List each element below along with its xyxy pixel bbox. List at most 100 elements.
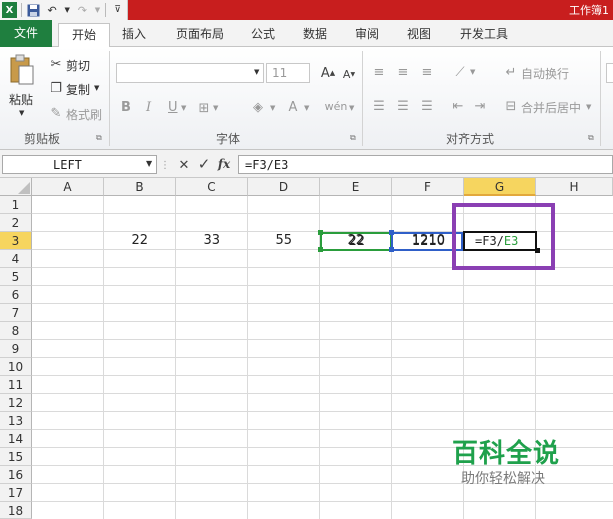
row-header-11[interactable]: 11 [0,376,32,394]
merge-dropdown-icon[interactable]: ▼ [586,103,591,111]
copy-icon[interactable]: ❐ [48,80,64,96]
column-header-b[interactable]: B [104,178,176,196]
paste-dropdown-icon[interactable]: ▼ [19,109,24,117]
cancel-formula-icon[interactable]: ✕ [176,157,192,173]
paste-button[interactable]: 粘贴 [9,91,33,108]
column-header-a[interactable]: A [32,178,104,196]
row-header-14[interactable]: 14 [0,430,32,448]
phonetic-dropdown-icon[interactable]: ▼ [349,104,354,112]
tab-insert[interactable]: 插入 [114,23,154,47]
row-header-10[interactable]: 10 [0,358,32,376]
font-name-combo[interactable] [116,63,264,83]
align-right-icon[interactable]: ☰ [419,98,435,114]
merge-center-icon[interactable]: ⊟ [503,98,519,114]
row-header-3[interactable]: 3 [0,232,32,250]
tab-data[interactable]: 数据 [295,23,335,47]
borders-dropdown-icon[interactable]: ▼ [213,104,218,112]
row-header-1[interactable]: 1 [0,196,32,214]
dialog-launcher-icon[interactable]: ⧉ [350,133,356,143]
italic-button[interactable]: I [146,100,151,115]
copy-button[interactable]: 复制 [66,81,90,98]
copy-dropdown-icon[interactable]: ▼ [94,84,99,92]
row-header-17[interactable]: 17 [0,484,32,502]
font-size-combo[interactable]: 11 [266,63,310,83]
align-top-icon[interactable]: ≡ [371,64,387,80]
cell-d3[interactable]: 55 [248,232,319,249]
column-header-h[interactable]: H [536,178,613,196]
row-header-7[interactable]: 7 [0,304,32,322]
row-header-12[interactable]: 12 [0,394,32,412]
row-header-16[interactable]: 16 [0,466,32,484]
dialog-launcher-icon[interactable]: ⧉ [588,133,594,143]
insert-function-icon[interactable]: fx [216,156,232,172]
font-color-icon[interactable]: A [285,99,301,115]
format-painter-button[interactable]: 格式刷 [66,106,102,123]
wrap-text-button[interactable]: 自动换行 [521,65,569,82]
row-header-18[interactable]: 18 [0,502,32,519]
row-header-13[interactable]: 13 [0,412,32,430]
orientation-dropdown-icon[interactable]: ▼ [470,68,475,76]
borders-icon[interactable]: ⊞ [196,100,212,116]
align-bottom-icon[interactable]: ≡ [419,64,435,80]
expand-handle-icon[interactable]: ⋮ [160,157,170,173]
font-name-dropdown-icon[interactable]: ▼ [254,68,259,76]
grid-line [32,375,613,376]
underline-dropdown-icon[interactable]: ▼ [181,104,186,112]
cell-c3[interactable]: 33 [176,232,247,249]
bold-button[interactable]: B [121,100,131,115]
select-all-corner[interactable] [0,178,32,196]
tab-formulas[interactable]: 公式 [243,23,283,47]
column-header-c[interactable]: C [176,178,248,196]
save-icon[interactable] [26,2,41,18]
tab-page-layout[interactable]: 页面布局 [170,23,230,47]
redo-icon[interactable]: ↷ [75,2,90,18]
merge-center-button[interactable]: 合并后居中 [521,99,581,116]
row-header-9[interactable]: 9 [0,340,32,358]
fill-color-icon[interactable]: ◈ [250,99,266,115]
paste-icon[interactable] [8,53,36,87]
row-header-2[interactable]: 2 [0,214,32,232]
tab-view[interactable]: 视图 [399,23,439,47]
enter-formula-icon[interactable]: ✓ [196,155,212,173]
orientation-icon[interactable]: ⟋ [452,64,468,80]
row-header-15[interactable]: 15 [0,448,32,466]
align-left-icon[interactable]: ☰ [371,98,387,114]
column-header-e[interactable]: E [320,178,392,196]
phonetic-guide-icon[interactable]: wén [325,98,348,114]
undo-icon[interactable]: ↶ [45,2,60,18]
underline-button[interactable]: U [168,100,178,115]
tab-file[interactable]: 文件 [0,20,52,47]
cell-b3[interactable]: 22 [104,232,175,249]
cut-icon[interactable]: ✂ [48,56,64,72]
row-header-4[interactable]: 4 [0,250,32,268]
formula-input[interactable]: =F3/E3 [238,155,613,174]
tab-review[interactable]: 审阅 [347,23,387,47]
undo-dropdown-icon[interactable]: ▼ [64,2,71,18]
increase-indent-icon[interactable]: ⇥ [472,98,488,114]
cut-button[interactable]: 剪切 [66,57,90,74]
tab-developer[interactable]: 开发工具 [452,23,516,47]
number-format-combo[interactable] [606,63,613,83]
row-header-8[interactable]: 8 [0,322,32,340]
decrease-indent-icon[interactable]: ⇤ [450,98,466,114]
column-header-g[interactable]: G [464,178,536,196]
increase-font-size-icon[interactable]: A ▲ [318,65,338,81]
row-header-6[interactable]: 6 [0,286,32,304]
wrap-text-icon[interactable]: ↵ [503,64,519,80]
row-header-5[interactable]: 5 [0,268,32,286]
align-middle-icon[interactable]: ≡ [395,64,411,80]
redo-dropdown-icon[interactable]: ▼ [94,2,101,18]
name-box[interactable]: LEFT ▼ [2,155,157,174]
column-header-d[interactable]: D [248,178,320,196]
align-center-icon[interactable]: ☰ [395,98,411,114]
tab-home[interactable]: 开始 [58,23,110,48]
format-painter-icon[interactable]: ✎ [48,105,64,121]
grid-line [32,303,613,304]
fill-color-dropdown-icon[interactable]: ▼ [270,104,275,112]
decrease-font-size-icon[interactable]: A ▼ [340,66,358,82]
font-color-dropdown-icon[interactable]: ▼ [304,104,309,112]
customize-icon[interactable]: ⊽ [110,2,125,18]
dialog-launcher-icon[interactable]: ⧉ [96,133,102,143]
name-box-dropdown-icon[interactable]: ▼ [146,159,152,168]
column-header-f[interactable]: F [392,178,464,196]
